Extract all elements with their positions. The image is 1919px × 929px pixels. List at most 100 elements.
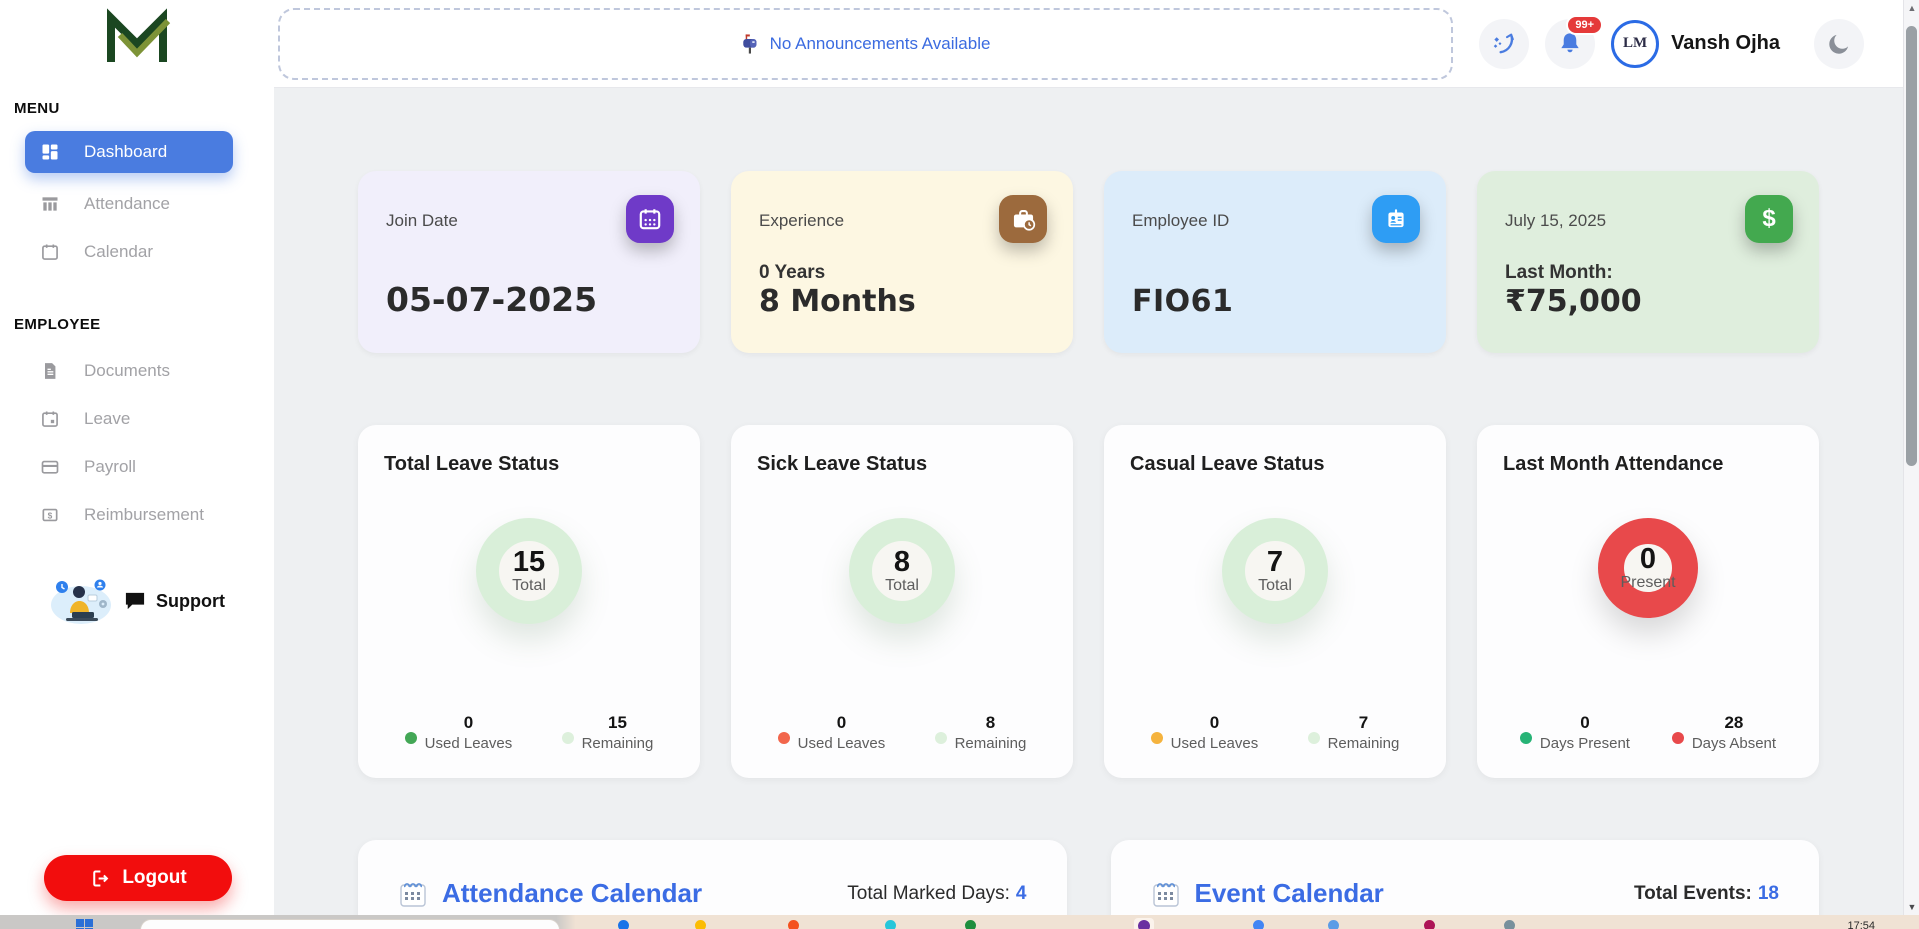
legend-value: 15 bbox=[608, 713, 627, 733]
taskbar-active-app-icon[interactable] bbox=[1134, 918, 1154, 929]
remaining-dot bbox=[935, 732, 947, 744]
taskbar-app-icon[interactable] bbox=[1504, 920, 1515, 929]
m-logo-icon bbox=[94, 8, 180, 70]
legend-label: Remaining bbox=[582, 735, 654, 752]
stat-label: Total Marked Days: bbox=[847, 883, 1010, 904]
sidebar-item-calendar[interactable]: Calendar bbox=[0, 228, 274, 276]
legend: 0 Days Present 28 Days Absent bbox=[1499, 713, 1797, 752]
menu-nav: Dashboard Attendance Calendar bbox=[0, 131, 274, 276]
sidebar-item-leave[interactable]: Leave bbox=[0, 395, 274, 443]
user-name[interactable]: Vansh Ojha bbox=[1671, 32, 1780, 55]
sidebar-item-label: Dashboard bbox=[84, 142, 167, 162]
casual-leave-status-card: Casual Leave Status 7 Total 0 Used Leave… bbox=[1104, 425, 1446, 778]
scroll-down-arrow[interactable]: ▼ bbox=[1904, 902, 1919, 912]
taskbar-app-icon[interactable] bbox=[618, 920, 629, 929]
legend-value: 0 bbox=[1210, 713, 1219, 733]
sidebar-item-label: Documents bbox=[84, 361, 170, 381]
card-title: Sick Leave Status bbox=[753, 453, 1051, 476]
sidebar-item-reimbursement[interactable]: $ Reimbursement bbox=[0, 491, 274, 539]
avatar-monogram: LM bbox=[1623, 35, 1647, 52]
vertical-scrollbar[interactable]: ▲ ▼ bbox=[1903, 0, 1919, 915]
svg-text:$: $ bbox=[48, 510, 53, 520]
spiral-calendar-icon bbox=[398, 879, 428, 909]
notifications-button[interactable]: 99+ bbox=[1545, 19, 1595, 69]
donut-value: 15 bbox=[513, 547, 545, 577]
casual-leave-donut-chart: 7 Total bbox=[1222, 518, 1328, 624]
legend-label: Used Leaves bbox=[1171, 735, 1259, 752]
legend-days-absent: 28 Days Absent bbox=[1672, 713, 1776, 752]
legend-value: 7 bbox=[1359, 713, 1368, 733]
scrollbar-thumb[interactable] bbox=[1906, 26, 1917, 466]
stat-value: 18 bbox=[1758, 883, 1779, 904]
legend: 0 Used Leaves 8 Remaining bbox=[753, 713, 1051, 752]
donut-value: 8 bbox=[894, 547, 910, 577]
calendar-row: Attendance Calendar Total Marked Days:4 bbox=[358, 840, 1819, 915]
sidebar-item-payroll[interactable]: Payroll bbox=[0, 443, 274, 491]
taskbar-app-icon[interactable] bbox=[788, 920, 799, 929]
remaining-dot bbox=[562, 732, 574, 744]
taskbar-clock[interactable]: 17:54 bbox=[1847, 920, 1875, 929]
sidebar-item-dashboard[interactable]: Dashboard bbox=[25, 131, 233, 173]
card-title: Last Month Attendance bbox=[1499, 453, 1797, 476]
dark-mode-toggle[interactable] bbox=[1814, 19, 1864, 69]
company-logo bbox=[0, 0, 274, 70]
sidebar-item-support[interactable]: Support bbox=[48, 575, 274, 627]
stat-value: 4 bbox=[1016, 883, 1027, 904]
sidebar-item-label: Leave bbox=[84, 409, 130, 429]
remaining-dot bbox=[1308, 732, 1320, 744]
notification-badge: 99+ bbox=[1566, 15, 1603, 35]
sick-leave-donut-chart: 8 Total bbox=[849, 518, 955, 624]
sidebar-item-label: Payroll bbox=[84, 457, 136, 477]
last-month-attendance-card: Last Month Attendance 0 Present 0 Days P… bbox=[1477, 425, 1819, 778]
event-calendar-card: Event Calendar Total Events:18 bbox=[1111, 840, 1820, 915]
id-badge-icon bbox=[1372, 195, 1420, 243]
taskbar-app-icon[interactable] bbox=[1253, 920, 1264, 929]
legend-remaining: 15 Remaining bbox=[562, 713, 654, 752]
taskbar-app-icon[interactable] bbox=[1424, 920, 1435, 929]
legend-label: Days Present bbox=[1540, 735, 1630, 752]
announcement-banner: No Announcements Available bbox=[278, 8, 1453, 80]
taskbar-app-icon[interactable] bbox=[965, 920, 976, 929]
chat-bubble-icon bbox=[124, 591, 146, 611]
taskbar-app-icon[interactable] bbox=[695, 920, 706, 929]
logout-icon bbox=[89, 868, 110, 889]
dashboard-content: Join Date 05-07-2025 Experience 0 Years bbox=[274, 88, 1903, 915]
sidebar-item-attendance[interactable]: Attendance bbox=[0, 180, 274, 228]
legend-label: Remaining bbox=[1328, 735, 1400, 752]
menu-section-label: MENU bbox=[14, 100, 274, 117]
attendance-donut-chart: 0 Present bbox=[1598, 518, 1698, 618]
total-events: Total Events:18 bbox=[1634, 883, 1779, 905]
experience-months: 8 Months bbox=[759, 284, 1045, 319]
employee-nav: Documents Leave Payroll $ Reimbursement bbox=[0, 347, 274, 539]
legend-used-leaves: 0 Used Leaves bbox=[405, 713, 513, 752]
donut-label: Total bbox=[1258, 577, 1292, 595]
taskbar-search-bar[interactable] bbox=[140, 919, 560, 929]
logout-label: Logout bbox=[122, 867, 186, 889]
sidebar-item-documents[interactable]: Documents bbox=[0, 347, 274, 395]
windows-start-button[interactable] bbox=[76, 919, 94, 929]
salary-period-label: Last Month: bbox=[1505, 262, 1791, 284]
legend-label: Days Absent bbox=[1692, 735, 1776, 752]
salary-value: ₹75,000 bbox=[1505, 284, 1791, 319]
legend-used-leaves: 0 Used Leaves bbox=[1151, 713, 1259, 752]
os-taskbar: 17:54 bbox=[0, 915, 1919, 929]
taskbar-app-icon[interactable] bbox=[885, 920, 896, 929]
legend-remaining: 7 Remaining bbox=[1308, 713, 1400, 752]
card-title: Casual Leave Status bbox=[1126, 453, 1424, 476]
legend-days-present: 0 Days Present bbox=[1520, 713, 1630, 752]
used-leaves-dot bbox=[778, 732, 790, 744]
join-date-card: Join Date 05-07-2025 bbox=[358, 171, 700, 353]
calendar-icon bbox=[626, 195, 674, 243]
scroll-up-arrow[interactable]: ▲ bbox=[1904, 3, 1919, 13]
join-date-value: 05-07-2025 bbox=[386, 280, 672, 319]
avatar[interactable]: LM bbox=[1611, 20, 1659, 68]
sidebar-item-label: Reimbursement bbox=[84, 505, 204, 525]
legend-remaining: 8 Remaining bbox=[935, 713, 1027, 752]
quick-actions-button[interactable] bbox=[1479, 19, 1529, 69]
experience-card: Experience 0 Years 8 Months bbox=[731, 171, 1073, 353]
taskbar-app-icon[interactable] bbox=[1328, 920, 1339, 929]
legend-used-leaves: 0 Used Leaves bbox=[778, 713, 886, 752]
briefcase-clock-icon bbox=[999, 195, 1047, 243]
legend-label: Used Leaves bbox=[798, 735, 886, 752]
logout-button[interactable]: Logout bbox=[44, 855, 232, 901]
